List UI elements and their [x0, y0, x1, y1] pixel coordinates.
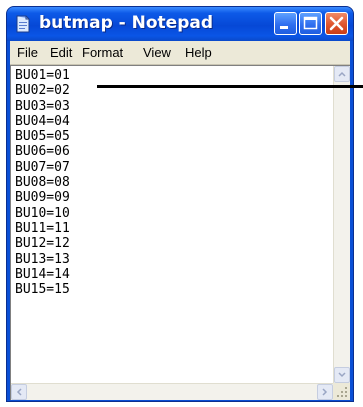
chevron-right-icon [322, 388, 328, 396]
close-button[interactable] [325, 12, 348, 35]
window-title: butmap - Notepad [39, 13, 214, 33]
text-line: BU11=11 [15, 220, 70, 236]
menu-format[interactable]: Format [82, 45, 123, 60]
notepad-icon [15, 15, 31, 33]
scroll-right-button[interactable] [317, 384, 333, 400]
close-icon [329, 16, 344, 31]
text-line: BU07=07 [15, 159, 70, 175]
menu-help[interactable]: Help [185, 45, 212, 60]
text-editor[interactable]: BU01=01 BU02=02 BU03=03 BU04=04 BU05=05 … [10, 65, 350, 400]
text-line: BU15=15 [15, 282, 70, 298]
text-line: BU12=12 [15, 236, 70, 252]
text-line: BU09=09 [15, 190, 70, 206]
maximize-button[interactable] [299, 12, 322, 35]
scroll-up-button[interactable] [334, 66, 350, 82]
menu-edit[interactable]: Edit [50, 45, 72, 60]
chevron-left-icon [16, 388, 22, 396]
minimize-icon [280, 26, 288, 29]
minimize-button[interactable] [274, 12, 297, 35]
text-line: BU03=03 [15, 98, 70, 114]
maximize-icon [303, 16, 318, 30]
text-line: BU13=13 [15, 251, 70, 267]
resize-grip-icon [337, 387, 347, 397]
menu-file[interactable]: File [17, 45, 38, 60]
text-line: BU14=14 [15, 266, 70, 282]
chevron-down-icon [338, 372, 346, 378]
scroll-left-button[interactable] [11, 384, 27, 400]
text-line: BU05=05 [15, 129, 70, 145]
notepad-window: butmap - Notepad File Edit Format View H… [6, 6, 354, 402]
text-line: BU01=01 [15, 68, 70, 83]
menu-view[interactable]: View [143, 45, 171, 60]
vertical-scrollbar[interactable] [333, 66, 350, 383]
callout-pointer-line [97, 85, 363, 88]
chevron-up-icon [338, 71, 346, 77]
title-bar[interactable]: butmap - Notepad [7, 7, 353, 41]
resize-grip[interactable] [333, 383, 350, 400]
text-content[interactable]: BU01=01 BU02=02 BU03=03 BU04=04 BU05=05 … [15, 68, 70, 297]
text-line: BU10=10 [15, 205, 70, 221]
text-line: BU06=06 [15, 144, 70, 160]
text-line: BU08=08 [15, 175, 70, 191]
horizontal-scrollbar[interactable] [11, 383, 333, 400]
text-line: BU04=04 [15, 113, 70, 129]
menu-bar: File Edit Format View Help [10, 41, 350, 65]
text-line: BU02=02 [15, 83, 70, 99]
scroll-down-button[interactable] [334, 367, 350, 383]
